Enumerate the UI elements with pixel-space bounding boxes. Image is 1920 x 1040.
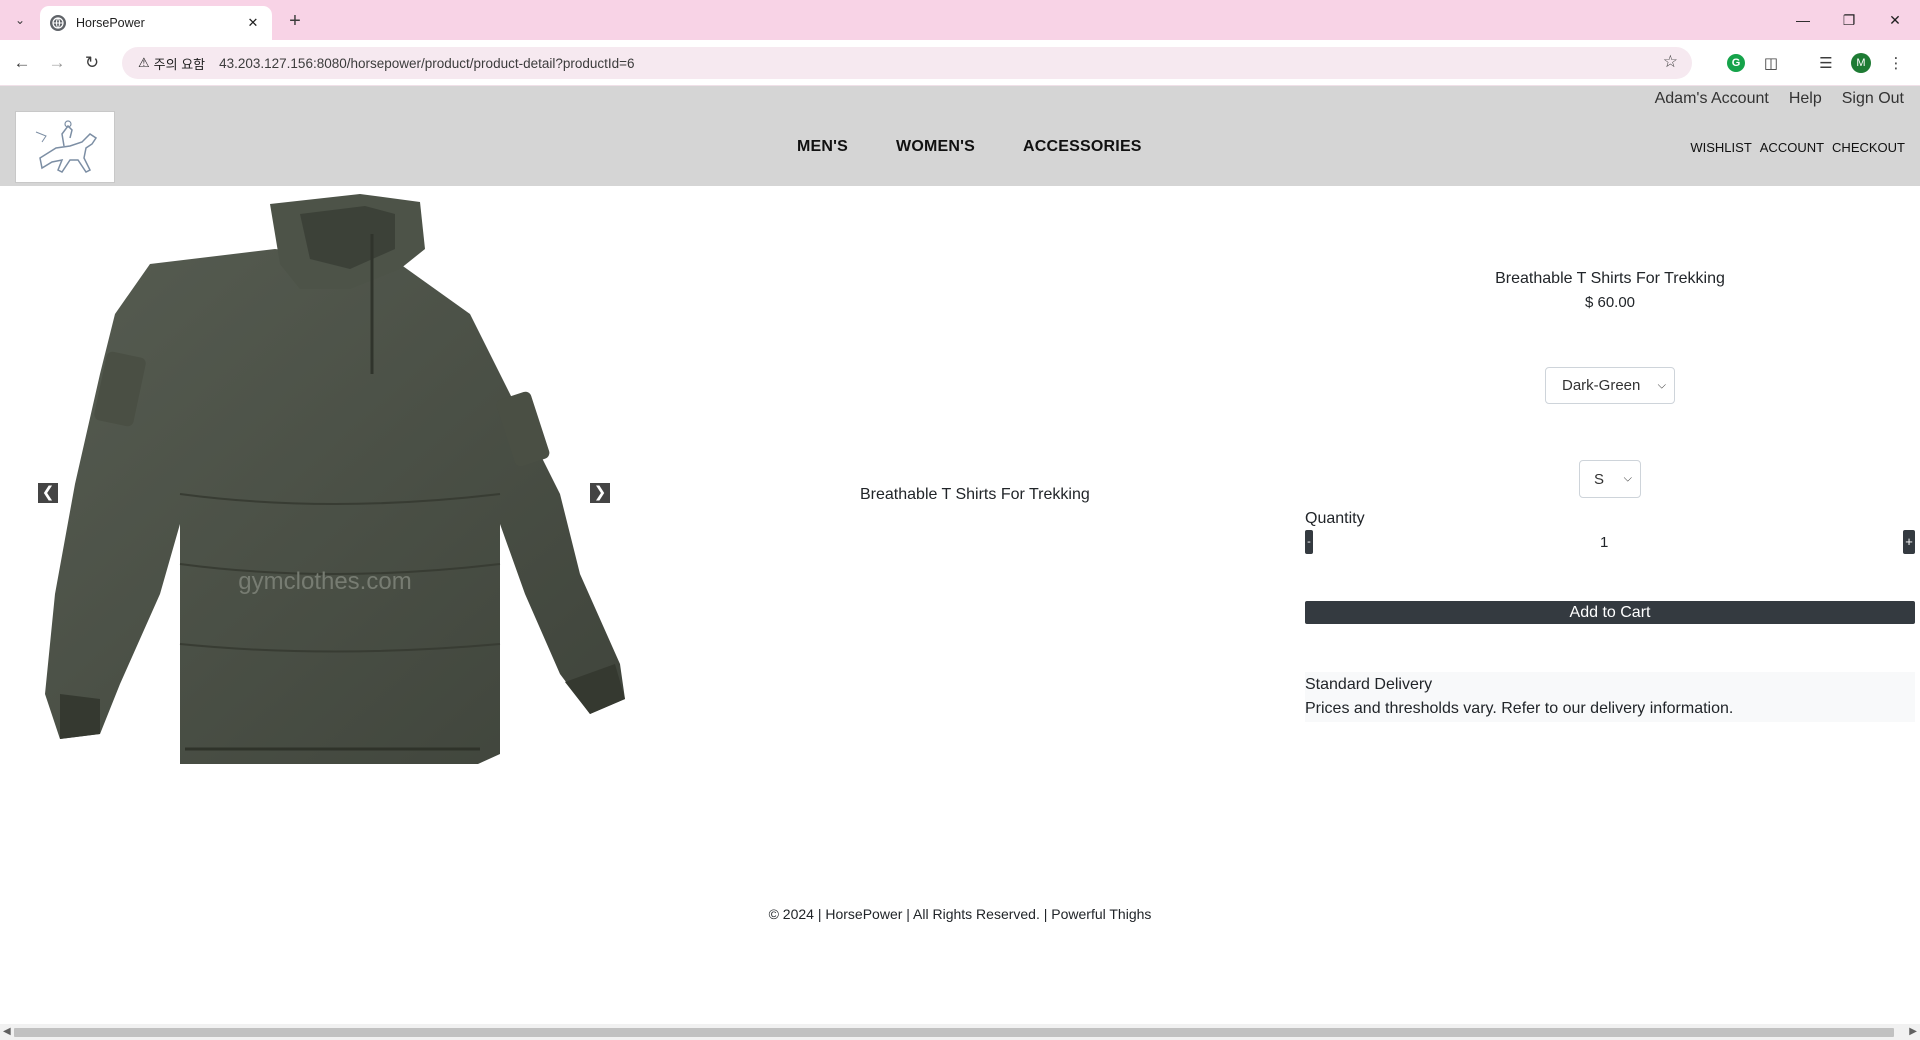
nav-accessories[interactable]: ACCESSORIES bbox=[1023, 138, 1142, 156]
quantity-label: Quantity bbox=[1305, 510, 1365, 527]
main-nav: MEN'S WOMEN'S ACCESSORIES bbox=[797, 138, 1190, 156]
product-name: Breathable T Shirts For Trekking bbox=[1495, 270, 1725, 287]
bookmark-star-icon[interactable]: ☆ bbox=[1663, 52, 1678, 72]
carousel-prev-button[interactable]: ❮ bbox=[38, 483, 58, 503]
product-price: $ 60.00 bbox=[1584, 294, 1636, 311]
color-select[interactable]: Dark-Green ⌵ bbox=[1545, 367, 1675, 404]
security-chip[interactable]: ⚠ 주의 요함 bbox=[130, 51, 213, 75]
image-watermark: gymclothes.com bbox=[238, 568, 411, 595]
help-link[interactable]: Help bbox=[1789, 90, 1822, 108]
media-control-icon[interactable]: ☰ bbox=[1812, 49, 1840, 77]
back-icon[interactable]: ← bbox=[8, 49, 36, 77]
tab-close-icon[interactable]: ✕ bbox=[244, 15, 262, 31]
color-select-value: Dark-Green bbox=[1562, 377, 1641, 394]
profile-avatar[interactable]: M bbox=[1847, 49, 1875, 77]
reload-icon[interactable]: ↻ bbox=[78, 49, 106, 77]
utility-nav: WISHLIST ACCOUNT CHECKOUT bbox=[1682, 140, 1905, 155]
horse-rider-logo-icon bbox=[35, 120, 98, 173]
chevron-down-icon: ⌵ bbox=[1623, 472, 1632, 485]
delivery-title: Standard Delivery bbox=[1305, 676, 1433, 693]
scroll-right-icon[interactable]: ▶ bbox=[1909, 1026, 1917, 1037]
size-select-value: S bbox=[1594, 470, 1605, 488]
new-tab-icon[interactable]: + bbox=[282, 8, 308, 34]
nav-mens[interactable]: MEN'S bbox=[797, 138, 848, 156]
nav-womens[interactable]: WOMEN'S bbox=[896, 138, 975, 156]
wishlist-link[interactable]: WISHLIST bbox=[1690, 140, 1751, 155]
warning-icon: ⚠ bbox=[138, 55, 150, 70]
tab-title: HorsePower bbox=[76, 16, 145, 30]
tab-search-chevron-icon[interactable]: ⌄ bbox=[8, 8, 32, 32]
product-shirt-image: gymclothes.com bbox=[45, 194, 625, 764]
account-link[interactable]: ACCOUNT bbox=[1760, 140, 1824, 155]
product-description-name: Breathable T Shirts For Trekking bbox=[860, 486, 1090, 503]
account-links: Adam's Account Help Sign Out bbox=[1635, 90, 1904, 108]
site-header: Adam's Account Help Sign Out MEN'S WOMEN… bbox=[0, 86, 1920, 186]
horsepower-logo[interactable] bbox=[15, 111, 115, 183]
browser-toolbar: ← → ↻ ⚠ 주의 요함 43.203.127.156:8080/horsep… bbox=[0, 40, 1920, 86]
delivery-text: Prices and thresholds vary. Refer to our… bbox=[1305, 700, 1734, 717]
close-window-icon[interactable]: ✕ bbox=[1872, 0, 1918, 40]
product-image-carousel: gymclothes.com ❮ ❯ bbox=[0, 194, 655, 794]
browser-tab-strip: ⌄ HorsePower ✕ + — ❐ ✕ bbox=[0, 0, 1920, 40]
browser-menu-icon[interactable]: ⋮ bbox=[1882, 49, 1910, 77]
horizontal-scrollbar[interactable]: ◀ ▶ bbox=[0, 1024, 1920, 1040]
browser-tab[interactable]: HorsePower ✕ bbox=[40, 6, 272, 40]
site-footer: © 2024 | HorsePower | All Rights Reserve… bbox=[768, 906, 1152, 922]
forward-icon[interactable]: → bbox=[43, 49, 71, 77]
delivery-info: Standard Delivery Prices and thresholds … bbox=[1305, 672, 1915, 722]
quantity-increase-button[interactable]: + bbox=[1903, 530, 1915, 554]
product-detail-panel: Breathable T Shirts For Trekking $ 60.00… bbox=[1305, 270, 1915, 722]
adams-account-link[interactable]: Adam's Account bbox=[1655, 90, 1769, 108]
profile-initial: M bbox=[1851, 53, 1871, 73]
grammarly-icon[interactable]: G bbox=[1722, 49, 1750, 77]
address-bar[interactable]: ⚠ 주의 요함 43.203.127.156:8080/horsepower/p… bbox=[122, 47, 1692, 79]
globe-icon bbox=[50, 15, 66, 31]
size-select[interactable]: S ⌵ bbox=[1579, 460, 1641, 498]
chevron-down-icon: ⌵ bbox=[1657, 379, 1666, 391]
minimize-icon[interactable]: — bbox=[1780, 0, 1826, 40]
add-to-cart-button[interactable]: Add to Cart bbox=[1305, 601, 1915, 624]
url-text[interactable]: 43.203.127.156:8080/horsepower/product/p… bbox=[219, 56, 634, 71]
scroll-left-icon[interactable]: ◀ bbox=[3, 1026, 11, 1037]
checkout-link[interactable]: CHECKOUT bbox=[1832, 140, 1905, 155]
quantity-value[interactable]: 1 bbox=[1600, 534, 1608, 551]
sign-out-link[interactable]: Sign Out bbox=[1842, 90, 1904, 108]
quantity-decrease-button[interactable]: - bbox=[1305, 530, 1313, 554]
carousel-next-button[interactable]: ❯ bbox=[590, 483, 610, 503]
security-label: 주의 요함 bbox=[153, 56, 206, 72]
extensions-puzzle-icon[interactable]: ◫ bbox=[1757, 49, 1785, 77]
restore-icon[interactable]: ❐ bbox=[1826, 0, 1872, 40]
scrollbar-thumb[interactable] bbox=[14, 1028, 1894, 1037]
